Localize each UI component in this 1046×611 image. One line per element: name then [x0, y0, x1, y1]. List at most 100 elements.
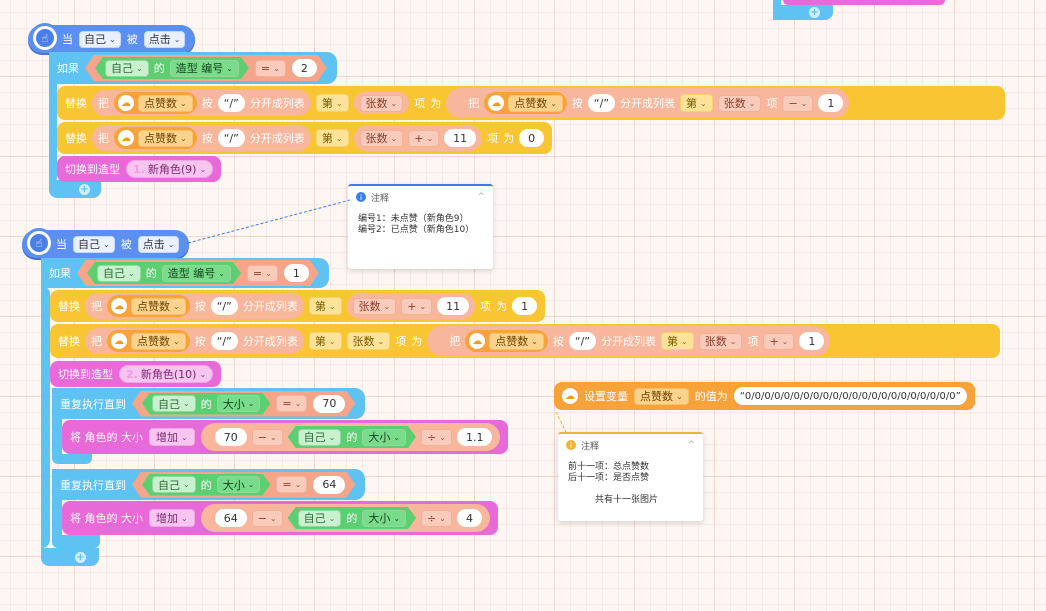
if-block-frame: [41, 286, 50, 548]
replace-list-item-block[interactable]: 替换 把 ☁ 点赞数 ⌄ 按 “/” 分开成列表 第 ⌄ 张数 ⌄ 项 为 把 ☁ 点赞数…: [50, 324, 1000, 358]
collapse-icon[interactable]: ^: [687, 440, 695, 450]
object-dropdown[interactable]: 自己 ⌄: [152, 395, 196, 412]
chevron-down-icon: ⌄: [419, 301, 427, 311]
an-label: 按: [552, 335, 564, 348]
mode-dropdown[interactable]: 增加 ⌄: [149, 509, 195, 527]
operator-dropdown[interactable]: = ⌄: [276, 476, 307, 493]
target-dropdown[interactable]: 自己 ⌄: [73, 235, 115, 253]
chevron-down-icon: ⌄: [377, 336, 385, 346]
property-reporter[interactable]: 自己 ⌄ 的 大小 ⌄: [288, 507, 416, 529]
chevron-down-icon: ⌄: [393, 513, 401, 523]
divide-reporter[interactable]: 64 − ⌄ 自己 ⌄ 的 大小 ⌄ ÷ ⌄ 4: [200, 504, 490, 532]
costume-dropdown[interactable]: 2. 新角色(10) ⌄: [119, 365, 214, 383]
operator-dropdown[interactable]: ÷ ⌄: [421, 428, 452, 446]
number-input[interactable]: 11: [437, 297, 470, 315]
object-dropdown[interactable]: 自己 ⌄: [298, 510, 342, 527]
chevron-down-icon: ⌄: [294, 480, 302, 489]
mode-dropdown[interactable]: 增加 ⌄: [149, 428, 195, 446]
value-input[interactable]: 1: [512, 297, 538, 315]
number-input[interactable]: 1.1: [456, 428, 493, 446]
number-input[interactable]: 64: [214, 509, 247, 527]
switch-costume-block[interactable]: 切换到造型 2. 新角色(10) ⌄: [50, 361, 222, 387]
event-label: 当: [56, 238, 67, 251]
chevron-down-icon: ⌄: [681, 336, 688, 346]
property-reporter[interactable]: 自己 ⌄ 的 大小 ⌄: [142, 474, 270, 496]
operator-dropdown[interactable]: − ⌄: [251, 509, 283, 527]
variable-dropdown[interactable]: 张数 ⌄: [698, 332, 743, 350]
property-dropdown[interactable]: 大小 ⌄: [362, 429, 406, 446]
operator-dropdown[interactable]: ÷ ⌄: [421, 509, 452, 527]
property-reporter[interactable]: 自己 ⌄ 的 大小 ⌄: [288, 426, 416, 448]
of-label: 的: [346, 431, 358, 444]
equals-condition[interactable]: 自己 ⌄ 的 造型 编号 ⌄ = ⌄ 1: [77, 260, 319, 286]
ba-label: 把: [449, 335, 461, 348]
comment-note-2[interactable]: i 注释 ^ 前十一项：总点赞数 后十一项：是否点赞 共有十一张图片: [558, 432, 703, 521]
equals-condition[interactable]: 自己 ⌄ 的 大小 ⌄ = ⌄ 70: [132, 391, 355, 417]
chevron-down-icon: ⌄: [439, 432, 446, 442]
wei-label: 为: [411, 335, 423, 348]
chevron-down-icon: ⌄: [199, 369, 207, 379]
variable-dropdown[interactable]: 张数 ⌄: [352, 297, 397, 315]
equals-condition[interactable]: 自己 ⌄ 的 大小 ⌄ = ⌄ 64: [132, 472, 355, 498]
value-input[interactable]: 1: [284, 264, 309, 282]
variable-dropdown[interactable]: 点赞数 ⌄: [131, 332, 186, 350]
when-clicked-event[interactable]: ☝ 当 自己 ⌄ 被 点击 ⌄: [22, 228, 190, 258]
index-dropdown[interactable]: 第 ⌄: [308, 297, 342, 315]
chevron-down-icon: ⌄: [676, 391, 683, 401]
repeat-until-header[interactable]: 重复执行直到 自己 ⌄ 的 大小 ⌄ = ⌄ 70: [52, 388, 366, 419]
value-input[interactable]: 70: [313, 395, 345, 413]
set-variable-block[interactable]: ☁ 设置变量 点赞数 ⌄ 的值为 “0/0/0/0/0/0/0/0/0/0/0/0…: [554, 382, 975, 410]
separator-input[interactable]: “/”: [210, 297, 238, 315]
operator-dropdown[interactable]: = ⌄: [247, 265, 278, 282]
chevron-down-icon: ⌄: [269, 432, 277, 442]
object-dropdown[interactable]: 自己 ⌄: [152, 476, 196, 493]
property-dropdown[interactable]: 大小 ⌄: [217, 476, 261, 493]
change-size-block[interactable]: 将 角色的 大小 增加 ⌄ 64 − ⌄ 自己 ⌄ 的 大小 ⌄ ÷ ⌄ 4: [62, 501, 498, 535]
separator-input[interactable]: “/”: [568, 332, 597, 350]
replace-label: 替换: [58, 300, 80, 313]
add-reporter[interactable]: 张数 ⌄ + ⌄ 11: [346, 293, 476, 319]
switch-costume-label: 切换到造型: [58, 368, 113, 381]
item-of-list-reporter[interactable]: 把 ☁ 点赞数 ⌄ 按 “/” 分开成列表 第 ⌄ 张数 ⌄ 项 + ⌄ 1: [427, 326, 831, 356]
number-input[interactable]: 4: [456, 509, 482, 527]
index-dropdown[interactable]: 第 ⌄: [661, 332, 694, 350]
object-dropdown[interactable]: 自己 ⌄: [298, 429, 342, 446]
property-reporter[interactable]: 自己 ⌄ 的 大小 ⌄: [142, 393, 270, 415]
property-dropdown[interactable]: 大小 ⌄: [362, 510, 406, 527]
repeat-bottom: [52, 454, 92, 464]
repeat-until-header[interactable]: 重复执行直到 自己 ⌄ 的 大小 ⌄ = ⌄ 64: [52, 469, 366, 500]
operator-dropdown[interactable]: = ⌄: [276, 395, 307, 412]
variable-dropdown[interactable]: 点赞数 ⌄: [489, 332, 544, 350]
cloud-variable-icon: ☁: [111, 298, 127, 314]
object-dropdown[interactable]: 自己 ⌄: [97, 265, 141, 282]
variable-dropdown[interactable]: 点赞数 ⌄: [131, 297, 186, 315]
replace-list-item-block[interactable]: 替换 把 ☁ 点赞数 ⌄ 按 “/” 分开成列表 第 ⌄ 张数 ⌄ + ⌄ 11 项 为 …: [50, 290, 546, 322]
value-input[interactable]: 64: [313, 476, 345, 494]
chevron-down-icon: ⌄: [269, 513, 277, 523]
add-block-button[interactable]: +: [75, 551, 86, 563]
split-label: 分开成列表: [601, 335, 657, 348]
note-body: 前十一项：总点赞数 后十一项：是否点赞 共有十一张图片: [558, 456, 703, 512]
change-size-block[interactable]: 将 角色的 大小 增加 ⌄ 70 − ⌄ 自己 ⌄ 的 大小 ⌄ ÷ ⌄ 1.1: [62, 420, 509, 454]
separator-input[interactable]: “/”: [210, 332, 238, 350]
split-reporter[interactable]: 把 ☁ 点赞数 ⌄ 按 “/” 分开成列表: [85, 293, 304, 319]
action-dropdown[interactable]: 点击 ⌄: [137, 235, 180, 253]
operator-dropdown[interactable]: + ⌄: [763, 332, 795, 350]
value-input[interactable]: “0/0/0/0/0/0/0/0/0/0/0/0/0/0/0/0/0/0/0/0…: [733, 387, 967, 405]
index-dropdown[interactable]: 第 ⌄: [308, 332, 342, 350]
cloud-variable-icon: ☁: [111, 333, 127, 349]
operator-dropdown[interactable]: − ⌄: [251, 428, 283, 446]
number-input[interactable]: 1: [799, 332, 825, 350]
property-dropdown[interactable]: 大小 ⌄: [217, 395, 261, 412]
chevron-down-icon: ⌄: [183, 399, 190, 408]
xiang-label: 项: [395, 335, 407, 348]
divide-reporter[interactable]: 70 − ⌄ 自己 ⌄ 的 大小 ⌄ ÷ ⌄ 1.1: [200, 423, 501, 451]
if-condition-header[interactable]: 如果 自己 ⌄ 的 造型 编号 ⌄ = ⌄ 1: [41, 258, 329, 288]
operator-dropdown[interactable]: + ⌄: [401, 297, 433, 315]
variable-dropdown[interactable]: 点赞数 ⌄: [634, 387, 689, 405]
split-reporter[interactable]: 把 ☁ 点赞数 ⌄ 按 “/” 分开成列表: [85, 328, 304, 354]
number-input[interactable]: 70: [214, 428, 247, 446]
property-dropdown[interactable]: 造型 编号 ⌄: [162, 265, 231, 282]
property-reporter[interactable]: 自己 ⌄ 的 造型 编号 ⌄: [87, 262, 241, 284]
variable-dropdown[interactable]: 张数 ⌄: [346, 332, 391, 350]
